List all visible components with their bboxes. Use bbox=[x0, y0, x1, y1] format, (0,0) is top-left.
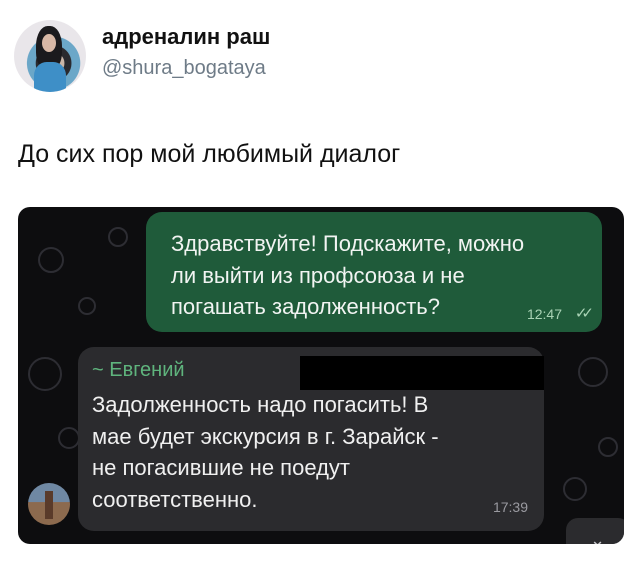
avatar-tower bbox=[45, 491, 53, 519]
avatar-dress bbox=[34, 62, 66, 92]
scroll-down-button[interactable]: ⌄ bbox=[566, 518, 624, 544]
avatar-face bbox=[42, 34, 56, 52]
author-name[interactable]: адреналин раш bbox=[102, 24, 270, 50]
chevron-down-icon: ⌄ bbox=[590, 530, 606, 544]
doodle-circle bbox=[28, 357, 62, 391]
doodle-circle bbox=[78, 297, 96, 315]
incoming-message-time: 17:39 bbox=[492, 499, 528, 515]
redaction-bar bbox=[300, 356, 544, 390]
incoming-message-text: Задолженность надо погасить! В мае будет… bbox=[92, 392, 439, 512]
doodle-circle bbox=[598, 437, 618, 457]
outgoing-message[interactable]: Здравствуйте! Подскажите, можно ли выйти… bbox=[146, 212, 602, 332]
doodle-circle bbox=[38, 247, 64, 273]
sender-name[interactable]: ~ Евгений bbox=[92, 359, 185, 382]
doodle-circle bbox=[58, 427, 80, 449]
doodle-circle bbox=[578, 357, 608, 387]
doodle-circle bbox=[108, 227, 128, 247]
read-ticks-icon: ✓✓ bbox=[574, 305, 594, 322]
author-handle[interactable]: @shura_bogataya bbox=[102, 57, 266, 80]
chat-screenshot: Здравствуйте! Подскажите, можно ли выйти… bbox=[18, 207, 624, 544]
incoming-message[interactable]: ~ Евгений Задолженность надо погасить! В… bbox=[78, 347, 544, 531]
outgoing-message-time: 12:47 bbox=[526, 306, 562, 322]
post-text: До сих пор мой любимый диалог bbox=[18, 140, 401, 168]
author-avatar[interactable] bbox=[14, 20, 86, 92]
doodle-circle bbox=[563, 477, 587, 501]
sender-avatar[interactable] bbox=[28, 483, 70, 525]
